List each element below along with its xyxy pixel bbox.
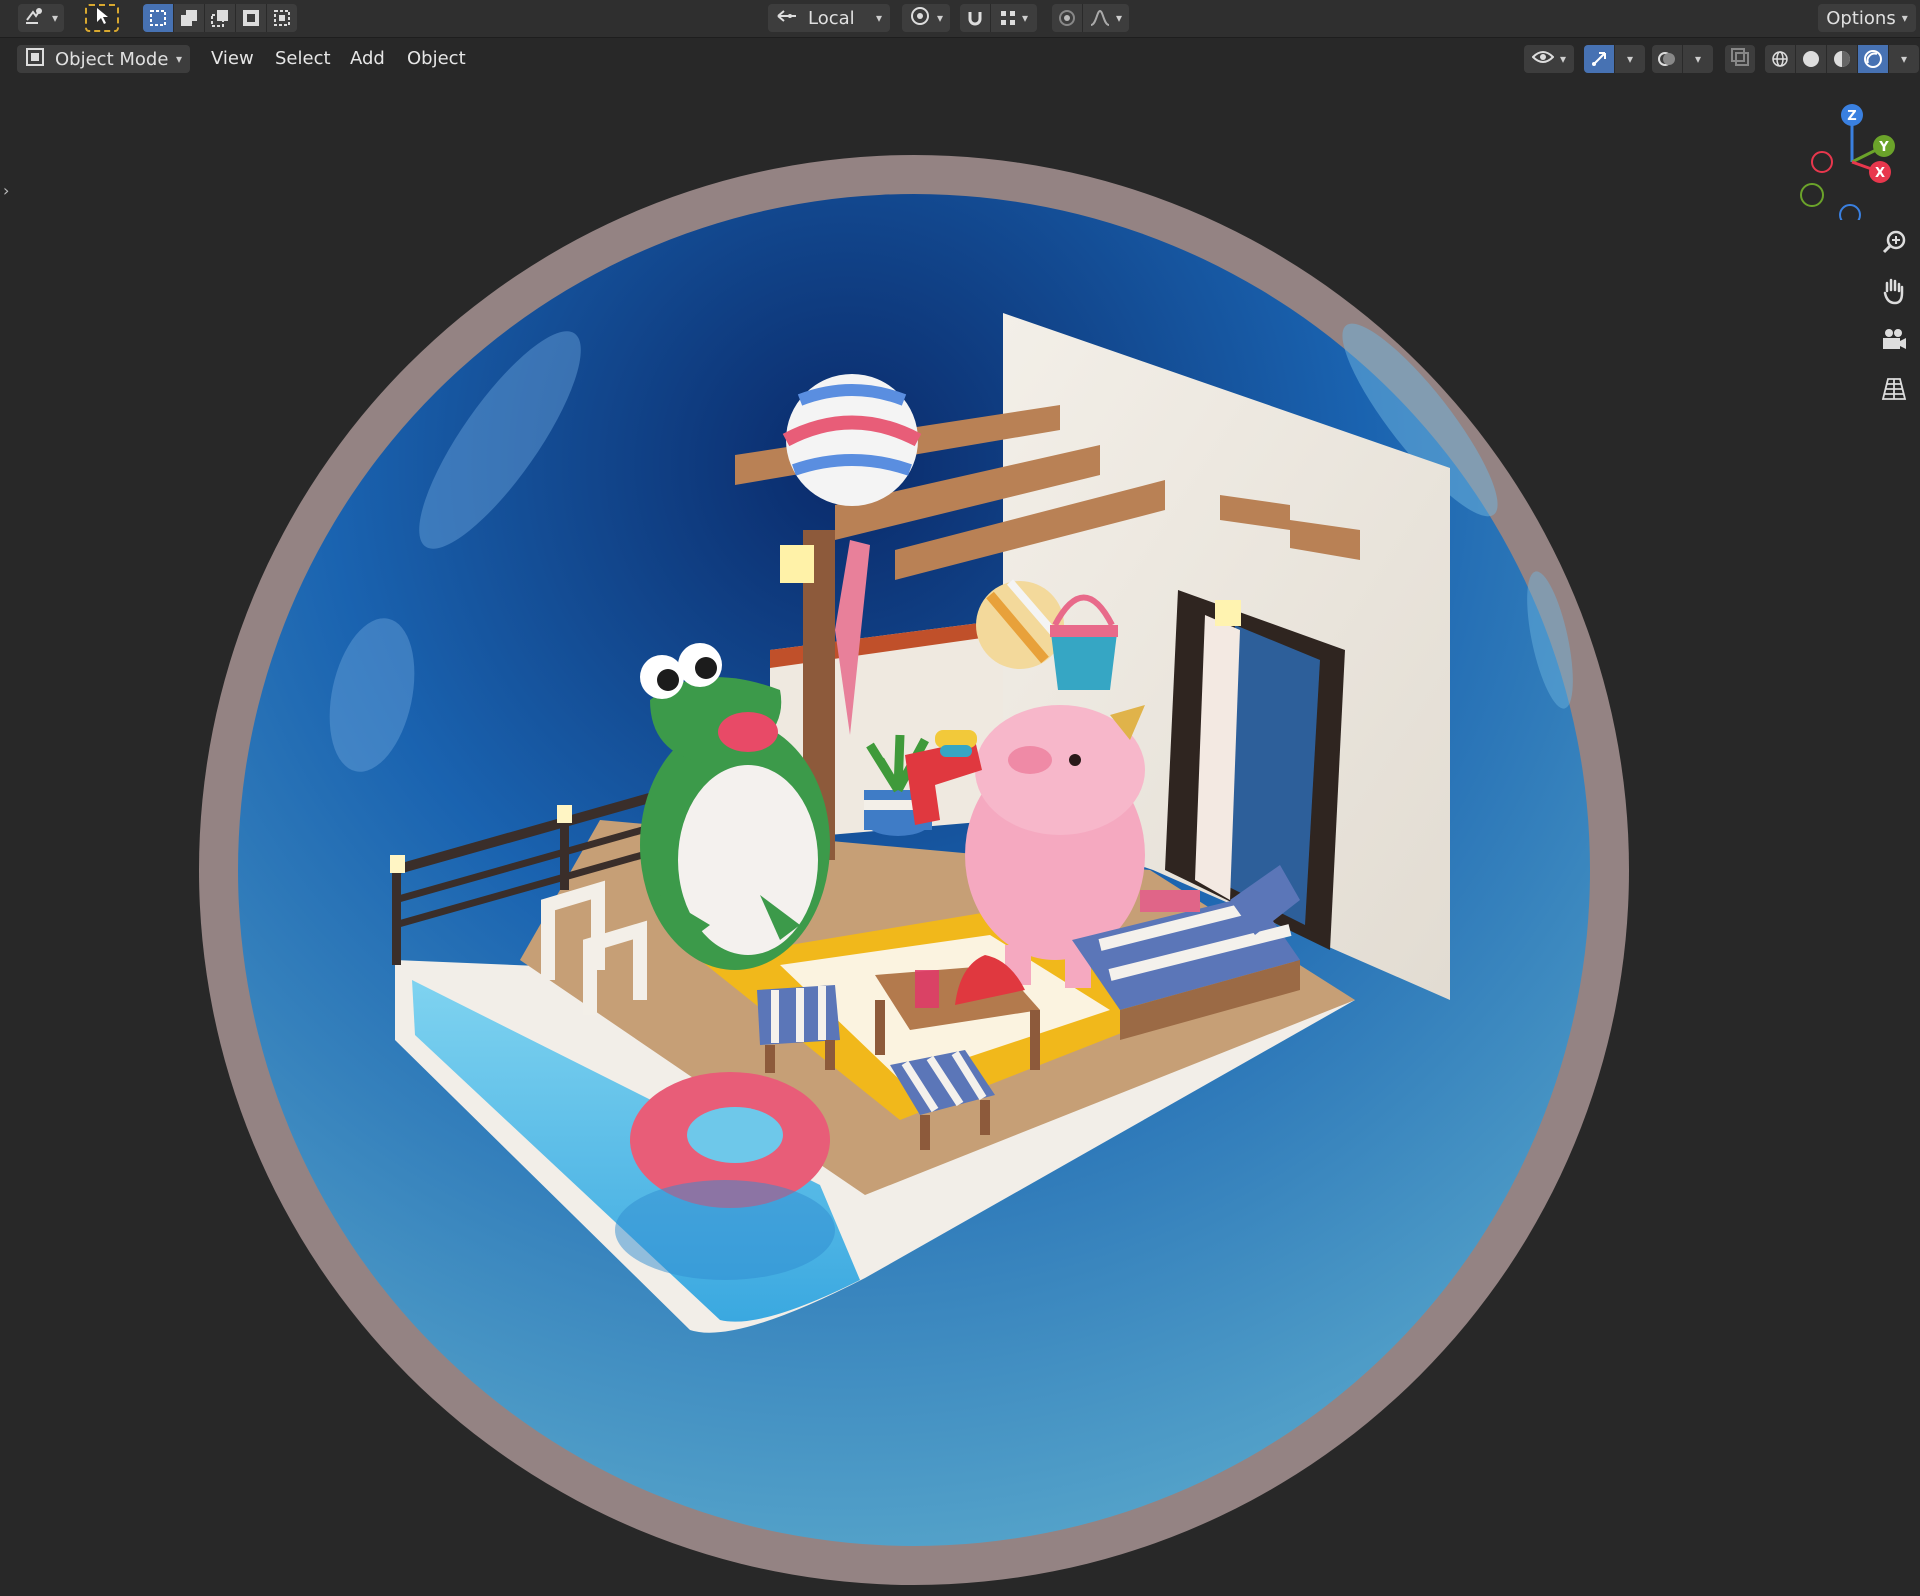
viewport-render [199,155,1629,1585]
selection-mode-group [143,4,297,32]
pivot-point-dropdown[interactable]: ▾ [902,4,950,32]
select-tool-button[interactable] [85,4,119,32]
neg-x-axis-handle[interactable] [1811,151,1833,173]
neg-y-axis-handle[interactable] [1800,183,1824,207]
camera-view-button[interactable] [1876,324,1912,360]
chevron-down-icon: ▾ [936,11,944,25]
chevron-down-icon: ▾ [1115,11,1123,25]
chevron-down-icon: ▾ [1901,11,1908,25]
gizmo-dropdown[interactable]: ▾ [1615,45,1645,73]
magnet-icon[interactable] [960,4,991,32]
menu-object[interactable]: Object [399,45,474,73]
options-dropdown[interactable]: Options ▾ [1818,4,1916,32]
chevron-down-icon: ▾ [1694,52,1702,66]
zoom-icon [1881,229,1907,259]
orientation-label: Local [808,7,855,29]
z-axis-label: Z [1847,109,1856,124]
shading-group: ▾ [1765,45,1919,73]
select-new-icon[interactable] [143,4,174,32]
chevron-down-icon: ▾ [1021,11,1029,25]
viewport-3d[interactable]: › Z Y X [0,78,1920,1596]
rendered-icon[interactable] [1858,45,1889,73]
proportional-group: ▾ [1052,4,1129,32]
gizmo-icon[interactable] [1584,45,1615,73]
viewport-header: Object Mode ▾ View Select Add Object ▾ ▾… [0,41,1920,77]
chevron-down-icon: ▾ [51,11,59,25]
editor-type-button[interactable]: ▾ [18,4,64,32]
wireframe-icon[interactable] [1765,45,1796,73]
gizmo-group: ▾ [1584,45,1645,73]
object-mode-icon [25,47,45,72]
navigation-gizmo[interactable]: Z Y X [1790,100,1910,220]
proportional-edit-icon[interactable] [1052,4,1083,32]
chevron-down-icon: ▾ [1559,52,1567,66]
overlay-dropdown[interactable]: ▾ [1683,45,1713,73]
overlay-group: ▾ [1652,45,1713,73]
menu-add[interactable]: Add [342,45,393,73]
visibility-dropdown[interactable]: ▾ [1524,45,1574,73]
grid-icon [1881,377,1907,405]
hand-icon [1881,277,1907,309]
snap-target-dropdown[interactable]: ▾ [991,4,1037,32]
options-label: Options [1826,7,1896,29]
chevron-down-icon: ▾ [1626,52,1634,66]
neg-z-axis-handle[interactable] [1839,204,1861,220]
select-subtract-icon[interactable] [205,4,236,32]
pan-button[interactable] [1876,275,1912,311]
select-invert-icon[interactable] [236,4,267,32]
snap-group: ▾ [960,4,1037,32]
orientation-icon [776,8,798,29]
xray-icon [1731,47,1749,71]
falloff-dropdown[interactable]: ▾ [1083,4,1129,32]
menu-select[interactable]: Select [267,45,339,73]
mode-dropdown[interactable]: Object Mode ▾ [17,45,190,73]
header-bar: ▾ Local ▾ ▾ ▾ ▾ Options ▾ [0,0,1920,38]
perspective-toggle-button[interactable] [1876,373,1912,409]
solid-icon[interactable] [1796,45,1827,73]
chevron-down-icon: ▾ [875,11,882,25]
swim-ring [615,1072,835,1280]
chevron-down-icon: ▾ [175,52,182,66]
xray-toggle[interactable] [1725,45,1755,73]
camera-icon [1880,327,1908,357]
eye-icon [1531,49,1555,70]
select-intersect-icon[interactable] [267,4,297,32]
material-icon[interactable] [1827,45,1858,73]
zoom-button[interactable] [1876,226,1912,262]
y-axis-label: Y [1878,140,1889,155]
editor-type-icon [24,6,46,31]
beach-ball [782,374,922,506]
transform-orientation-dropdown[interactable]: Local ▾ [768,4,890,32]
select-extend-icon[interactable] [174,4,205,32]
overlay-icon[interactable] [1652,45,1683,73]
menu-view[interactable]: View [203,45,262,73]
x-axis-label: X [1875,166,1885,181]
shading-dropdown[interactable]: ▾ [1889,45,1919,73]
pivot-icon [909,5,931,32]
select-cursor-icon [94,7,110,30]
mode-label: Object Mode [55,48,169,70]
chevron-down-icon: ▾ [1900,52,1908,66]
